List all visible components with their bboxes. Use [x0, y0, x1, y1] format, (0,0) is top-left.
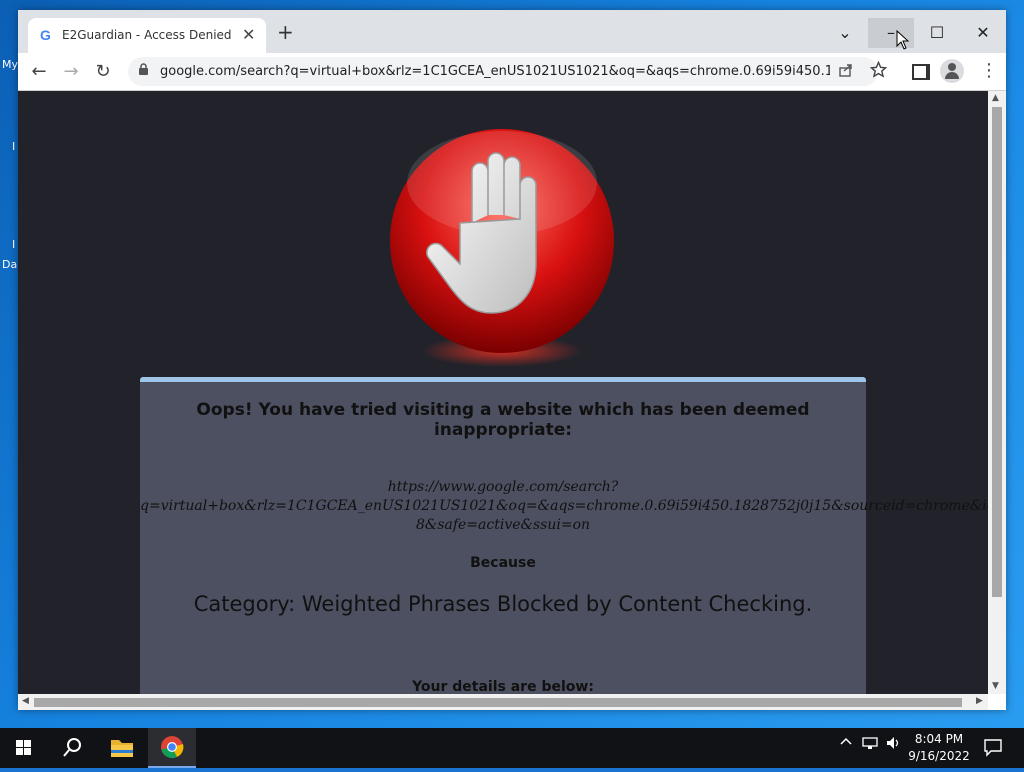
browser-menu-button[interactable]: ⋮: [980, 59, 998, 83]
lock-icon[interactable]: [138, 63, 149, 80]
blocked-url-line: q=virtual+box&rlz=1C1GCEA_enUS1021US1021…: [140, 498, 988, 514]
desktop-icon-label[interactable]: My: [2, 58, 18, 71]
chevron-up-icon[interactable]: [840, 736, 852, 752]
browser-window: G E2Guardian - Access Denied ✕ + ⌄ – ☐ ✕…: [18, 10, 1006, 710]
scroll-right-icon[interactable]: ▶: [976, 696, 983, 706]
new-tab-button[interactable]: +: [277, 22, 294, 42]
close-window-button[interactable]: ✕: [960, 18, 1006, 48]
side-panel-icon[interactable]: [912, 64, 930, 80]
tab-title: E2Guardian - Access Denied: [62, 28, 232, 42]
reload-button[interactable]: ↻: [90, 59, 116, 85]
address-bar[interactable]: google.com/search?q=virtual+box&rlz=1C1G…: [128, 57, 878, 86]
denied-heading: Oops! You have tried visiting a website …: [196, 400, 810, 440]
notification-icon[interactable]: [982, 736, 1004, 758]
search-icon[interactable]: [48, 728, 96, 768]
chrome-icon[interactable]: [148, 728, 196, 768]
share-icon[interactable]: [838, 62, 854, 82]
page-content: Oops! You have tried visiting a website …: [18, 91, 988, 694]
scroll-up-icon[interactable]: ▲: [992, 93, 999, 103]
taskbar: 8:04 PM 9/16/2022: [0, 728, 1024, 768]
profile-avatar-icon[interactable]: [940, 59, 964, 83]
network-icon[interactable]: [862, 736, 878, 754]
browser-toolbar: ← → ↻ google.com/search?q=virtual+box&rl…: [18, 53, 1006, 91]
windows-start-icon[interactable]: [0, 728, 48, 768]
forward-button[interactable]: →: [58, 59, 84, 85]
tab-strip: G E2Guardian - Access Denied ✕ + ⌄ – ☐ ✕: [18, 10, 1006, 53]
horizontal-scrollbar[interactable]: ◀ ▶: [18, 694, 988, 710]
desktop-icon-label[interactable]: I: [12, 140, 15, 153]
scroll-left-icon[interactable]: ◀: [22, 696, 29, 706]
scroll-down-icon[interactable]: ▼: [992, 681, 999, 691]
access-denied-panel: Oops! You have tried visiting a website …: [140, 377, 988, 694]
maximize-button[interactable]: ☐: [914, 18, 960, 48]
back-button[interactable]: ←: [26, 59, 52, 85]
blocked-url-line: 8&safe=active&ssui=on: [415, 517, 591, 533]
volume-icon[interactable]: [886, 736, 902, 754]
scroll-thumb[interactable]: [992, 107, 1002, 597]
clock-date: 9/16/2022: [908, 749, 970, 763]
close-tab-icon[interactable]: ✕: [242, 25, 255, 44]
details-heading: Your details are below:: [412, 679, 594, 694]
avatar-body: [945, 72, 959, 79]
tab-search-button[interactable]: ⌄: [822, 18, 868, 48]
stop-hand-icon: [390, 129, 614, 367]
bookmark-star-icon[interactable]: [869, 60, 888, 83]
block-category: Category: Weighted Phrases Blocked by Co…: [193, 592, 813, 616]
file-explorer-icon[interactable]: [98, 728, 146, 768]
because-label: Because: [470, 555, 536, 571]
vertical-scrollbar[interactable]: ▲ ▼: [988, 91, 1006, 694]
clock-time: 8:04 PM: [914, 732, 964, 746]
blocked-url: https://www.google.com/search? q=virtual…: [140, 478, 988, 535]
scroll-thumb[interactable]: [34, 698, 962, 707]
desktop-icon-label[interactable]: Da: [2, 258, 17, 271]
desktop-icon-label[interactable]: I: [12, 238, 15, 251]
avatar-head: [948, 63, 956, 71]
taskbar-clock[interactable]: 8:04 PM 9/16/2022: [906, 731, 972, 765]
blocked-url-line: https://www.google.com/search?: [387, 479, 619, 495]
google-favicon-icon: G: [40, 27, 51, 43]
url-text[interactable]: google.com/search?q=virtual+box&rlz=1C1G…: [160, 64, 830, 79]
mouse-cursor-icon: [896, 30, 910, 50]
tab-e2guardian[interactable]: G E2Guardian - Access Denied ✕: [28, 18, 266, 53]
